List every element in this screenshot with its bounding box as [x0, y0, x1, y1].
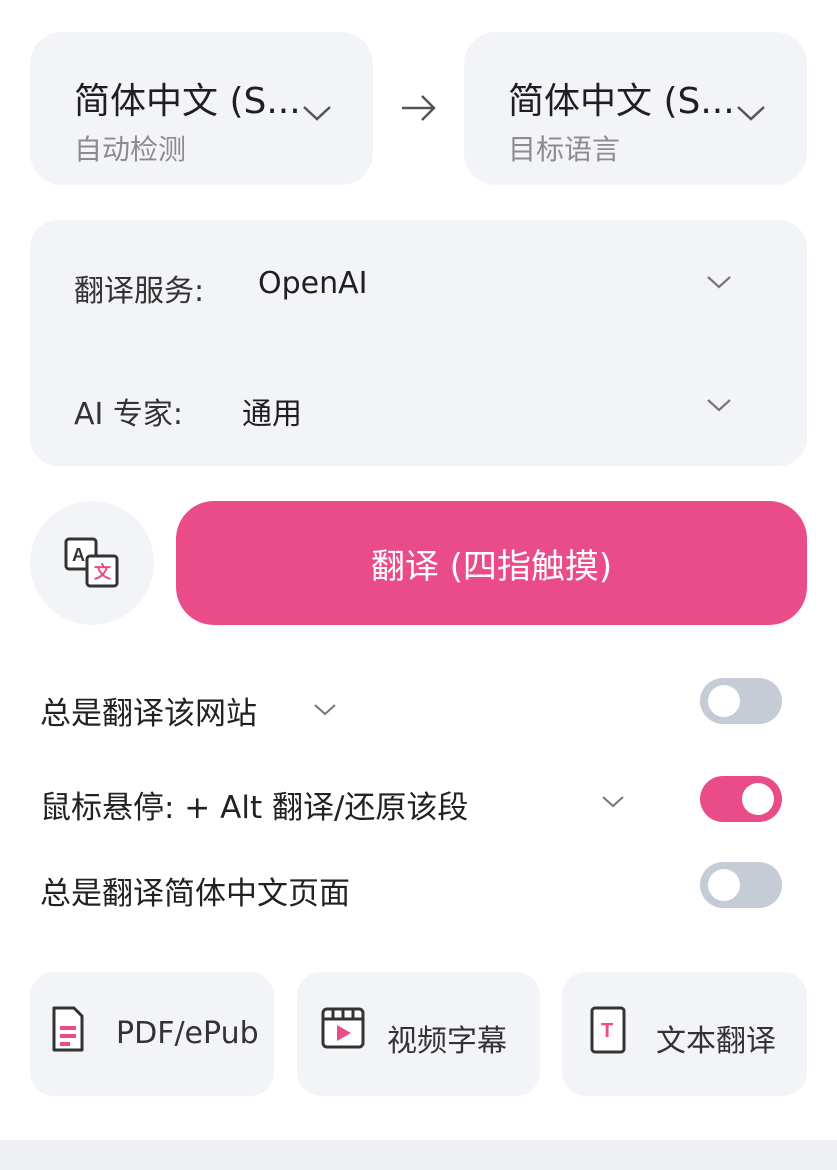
option-row-hover-translate: 鼠标悬停: + Alt 翻译/还原该段 [40, 776, 800, 826]
toggle-switch-on[interactable] [700, 776, 782, 822]
tool-label: 文本翻译 [656, 1024, 776, 1059]
translate-icon: A 文 [64, 537, 119, 588]
target-language-select[interactable]: 简体中文 (S... 目标语言 [464, 32, 807, 185]
option-label: 总是翻译简体中文页面 [40, 876, 350, 912]
footer-bar [0, 1140, 837, 1170]
option-row-always-translate-site: 总是翻译该网站 [40, 678, 800, 732]
expert-value: 通用 [242, 397, 302, 432]
option-label: 总是翻译该网站 [40, 696, 257, 732]
toggle-switch-off[interactable] [700, 678, 782, 724]
arrow-right-icon [402, 95, 436, 121]
ai-expert-select[interactable]: AI 专家: 通用 [30, 343, 807, 466]
svg-text:A: A [72, 545, 85, 565]
video-subtitle-icon [321, 1007, 365, 1049]
tool-label: PDF/ePub [116, 1016, 259, 1051]
translate-button[interactable]: 翻译 (四指触摸) [176, 501, 807, 625]
tool-label: 视频字幕 [387, 1024, 507, 1059]
service-select[interactable]: 翻译服务: OpenAI [30, 220, 807, 343]
service-value: OpenAI [258, 266, 368, 301]
text-translate-icon: T [590, 1006, 626, 1054]
chevron-down-icon [737, 106, 765, 121]
option-label: 鼠标悬停: + Alt 翻译/还原该段 [40, 790, 469, 826]
pdf-epub-button[interactable]: PDF/ePub [30, 972, 274, 1096]
target-language-sub: 目标语言 [508, 133, 621, 166]
svg-text:T: T [601, 1020, 613, 1042]
text-translate-button[interactable]: T 文本翻译 [562, 972, 807, 1096]
chevron-down-icon [707, 399, 731, 412]
option-row-always-translate-language: 总是翻译简体中文页面 [40, 862, 800, 912]
source-language-sub: 自动检测 [74, 133, 187, 166]
svg-text:文: 文 [94, 562, 112, 582]
service-label: 翻译服务: [74, 274, 205, 309]
video-subtitle-button[interactable]: 视频字幕 [297, 972, 540, 1096]
translate-mode-button[interactable]: A 文 [30, 501, 154, 625]
chevron-down-icon[interactable] [600, 794, 626, 810]
expert-label: AI 专家: [74, 397, 184, 432]
chevron-down-icon [303, 106, 331, 121]
document-icon [52, 1006, 84, 1052]
toggle-switch-off[interactable] [700, 862, 782, 908]
source-language-select[interactable]: 简体中文 (S... 自动检测 [30, 32, 373, 185]
chevron-down-icon [707, 276, 731, 289]
source-language-label: 简体中文 (S... [74, 81, 301, 122]
target-language-label: 简体中文 (S... [508, 81, 735, 122]
translation-settings-card: 翻译服务: OpenAI AI 专家: 通用 [30, 220, 807, 466]
chevron-down-icon[interactable] [312, 702, 338, 718]
translate-button-label: 翻译 (四指触摸) [370, 546, 613, 587]
